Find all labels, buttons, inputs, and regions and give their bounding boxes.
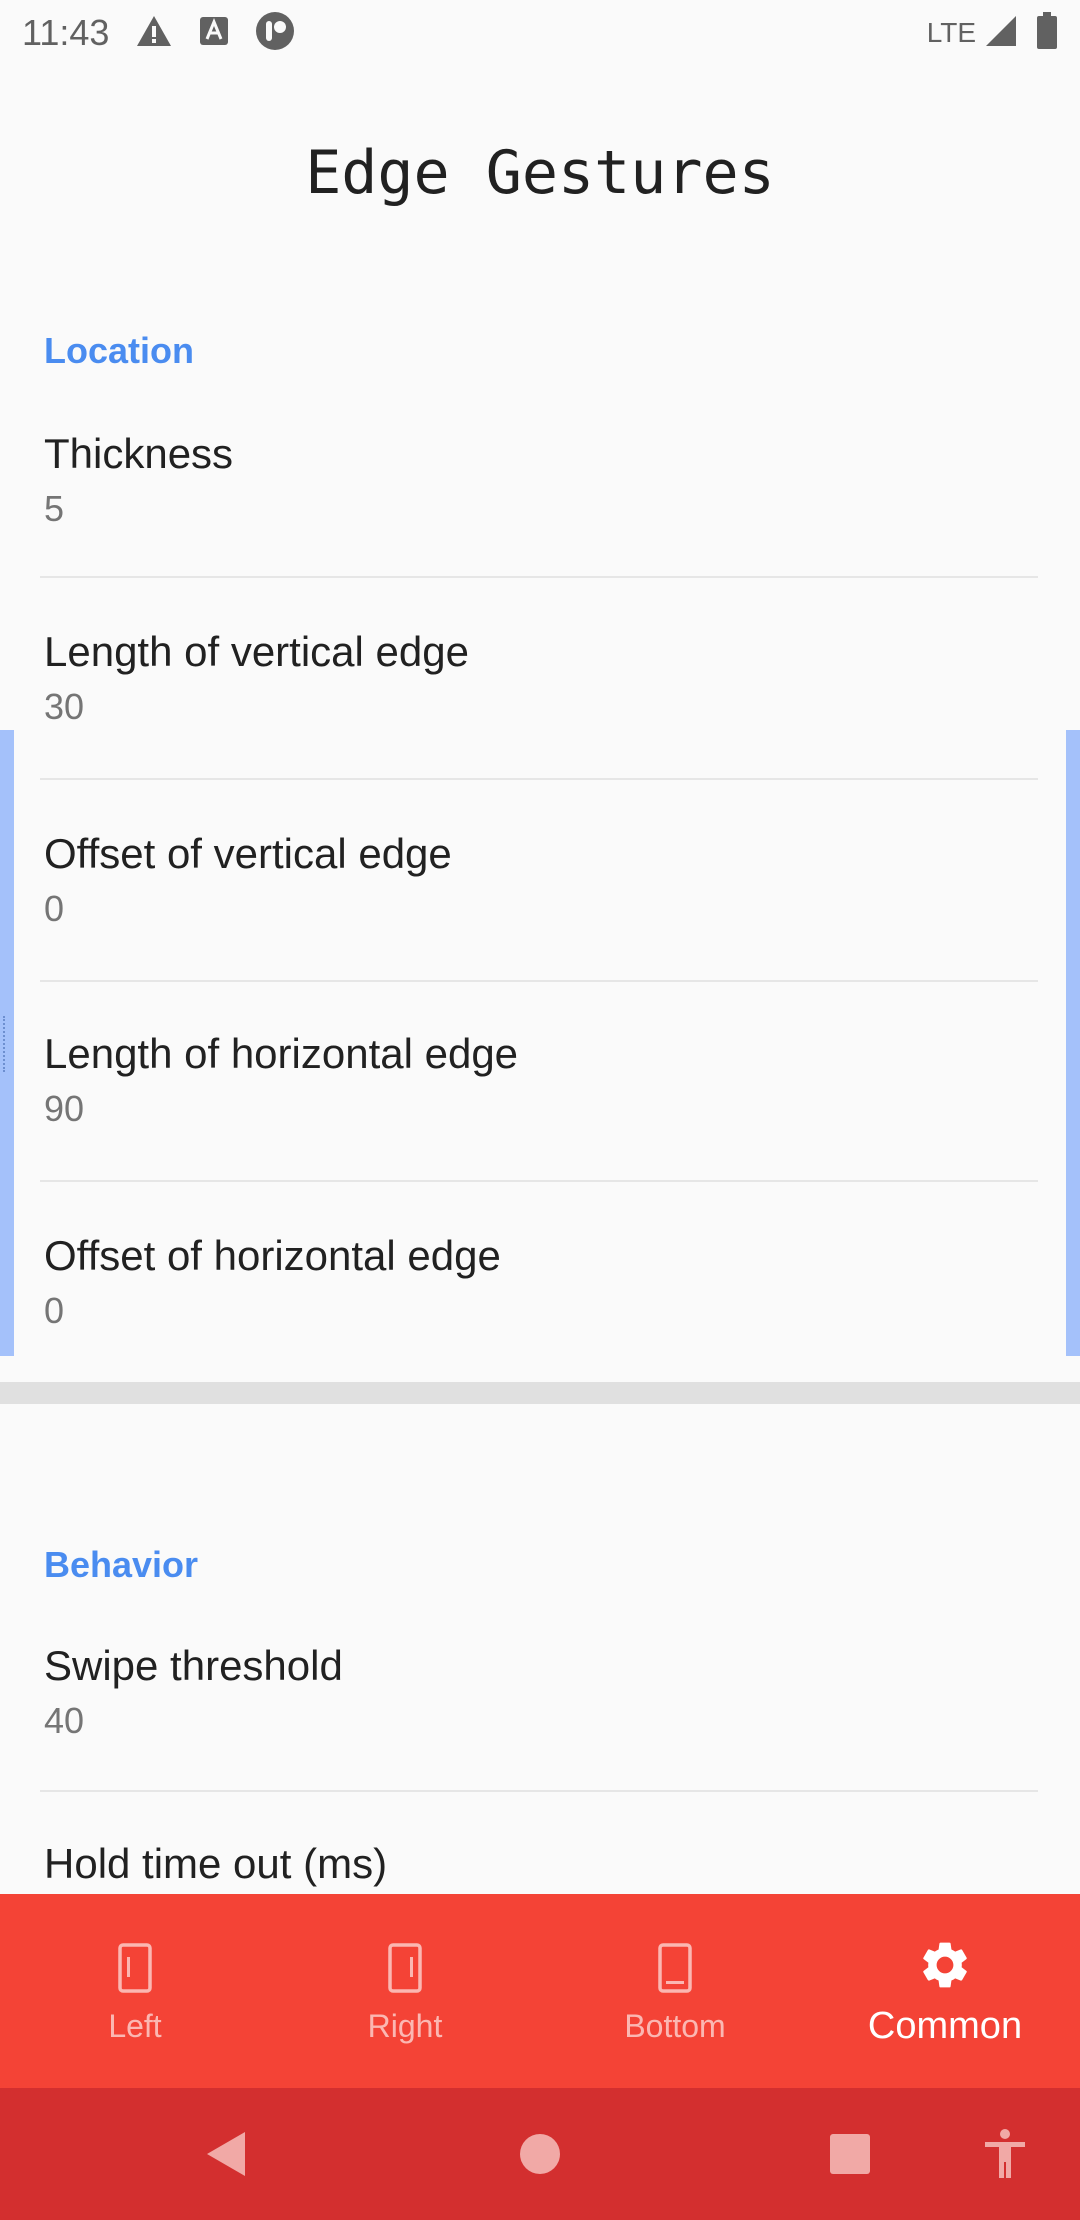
page-title: Edge Gestures bbox=[305, 138, 775, 208]
signal-icon bbox=[984, 14, 1018, 53]
nav-item-common[interactable]: Common bbox=[810, 1894, 1080, 2088]
recents-icon[interactable] bbox=[828, 2088, 872, 2220]
nav-item-left[interactable]: Left bbox=[0, 1894, 270, 2088]
phone-bottom-edge-icon bbox=[658, 1938, 692, 1998]
pref-title: Swipe threshold bbox=[44, 1642, 343, 1689]
pref-value: 0 bbox=[44, 888, 65, 929]
phone-right-edge-icon bbox=[388, 1938, 422, 1998]
network-type: LTE bbox=[926, 17, 976, 48]
nav-label: Left bbox=[108, 2007, 162, 2044]
pref-value: 5 bbox=[44, 488, 65, 529]
nav-label: Common bbox=[867, 2004, 1023, 2047]
warning-icon bbox=[135, 14, 173, 53]
phone-left-edge-icon bbox=[118, 1938, 152, 1998]
nav-item-bottom[interactable]: Bottom bbox=[540, 1894, 810, 2088]
pref-title: Length of horizontal edge bbox=[44, 1030, 519, 1077]
back-icon[interactable] bbox=[195, 2088, 255, 2220]
pref-title: Thickness bbox=[44, 430, 234, 477]
section-header-behavior: Behavior bbox=[44, 1544, 199, 1585]
gear-icon bbox=[917, 1935, 973, 1995]
edge-handle-icon bbox=[3, 1016, 9, 1072]
pref-length-horizontal-edge[interactable]: Length of horizontal edge 90 bbox=[0, 982, 1080, 1180]
pref-value: 90 bbox=[44, 1088, 85, 1129]
section-header-location: Location bbox=[44, 330, 194, 371]
pref-value: 30 bbox=[44, 686, 85, 727]
system-navigation-bar bbox=[0, 2088, 1080, 2220]
nav-item-right[interactable]: Right bbox=[270, 1894, 540, 2088]
nav-label: Right bbox=[367, 2007, 443, 2044]
home-icon[interactable] bbox=[516, 2088, 564, 2220]
pref-title: Offset of vertical edge bbox=[44, 830, 452, 877]
status-bar: 11:43 LTE bbox=[0, 0, 1080, 66]
pref-value: 40 bbox=[44, 1700, 85, 1741]
pref-hold-time-out[interactable]: Hold time out (ms) bbox=[0, 1792, 1080, 1894]
pref-title: Hold time out (ms) bbox=[44, 1840, 388, 1887]
bottom-navigation: Left Right Bottom Common bbox=[0, 1894, 1080, 2088]
app-icon bbox=[255, 11, 295, 56]
right-edge-overlay bbox=[1066, 730, 1080, 1356]
section-separator bbox=[0, 1382, 1080, 1404]
pref-value: 0 bbox=[44, 1290, 65, 1331]
nav-label: Bottom bbox=[624, 2007, 726, 2044]
status-time: 11:43 bbox=[22, 12, 110, 53]
accessibility-icon[interactable] bbox=[980, 2088, 1030, 2220]
pref-swipe-threshold[interactable]: Swipe threshold 40 bbox=[0, 1626, 1080, 1790]
pref-title: Length of vertical edge bbox=[44, 628, 469, 675]
pref-title: Offset of horizontal edge bbox=[44, 1232, 501, 1279]
pref-thickness[interactable]: Thickness 5 bbox=[0, 412, 1080, 576]
battery-icon bbox=[1036, 11, 1058, 55]
pref-offset-vertical-edge[interactable]: Offset of vertical edge 0 bbox=[0, 780, 1080, 980]
a-icon bbox=[199, 16, 229, 51]
pref-length-vertical-edge[interactable]: Length of vertical edge 30 bbox=[0, 578, 1080, 778]
pref-offset-horizontal-edge[interactable]: Offset of horizontal edge 0 bbox=[0, 1182, 1080, 1382]
